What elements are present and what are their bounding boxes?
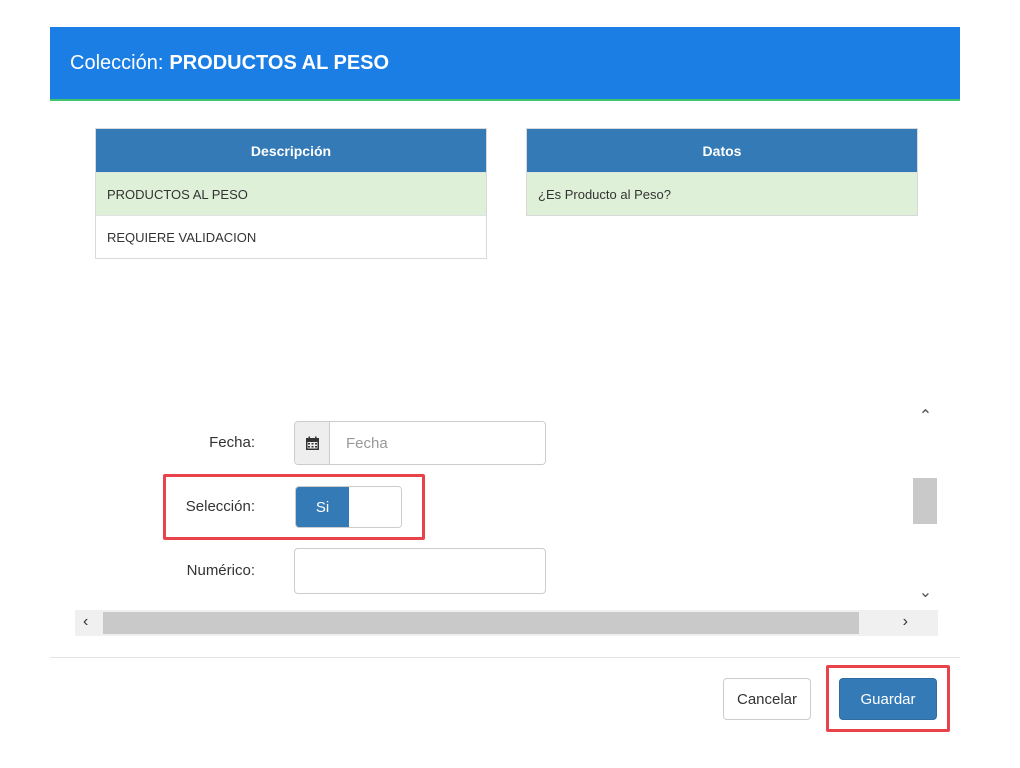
chevron-up-icon[interactable]: ⌃ [913,406,938,426]
numerico-label: Numérico: [186,562,255,579]
fecha-input[interactable] [330,422,545,464]
descripcion-row-productos-al-peso[interactable]: PRODUCTOS AL PESO [96,172,486,215]
dynamic-form-panel: Fecha: Selección: Si Numérico: ⌃ [75,400,938,636]
footer-divider [50,657,960,658]
modal-title: Colección: PRODUCTOS AL PESO [70,52,389,75]
seleccion-toggle-handle[interactable] [349,487,401,527]
chevron-right-icon[interactable]: › [903,613,908,631]
vertical-scroll-thumb[interactable] [913,478,937,524]
save-button[interactable]: Guardar [839,678,937,720]
fecha-date-picker [294,421,546,465]
modal-header: Colección: PRODUCTOS AL PESO [50,27,960,101]
datos-grid: Datos ¿Es Producto al Peso? [526,128,918,216]
datos-column-header[interactable]: Datos [527,129,917,172]
descripcion-column-header[interactable]: Descripción [96,129,486,172]
datos-row-es-producto-al-peso[interactable]: ¿Es Producto al Peso? [527,172,917,215]
horizontal-scroll-thumb[interactable] [103,612,859,634]
fecha-label: Fecha: [209,434,255,451]
title-prefix: Colección: [70,51,164,74]
cancel-button[interactable]: Cancelar [723,678,811,720]
descripcion-grid: Descripción PRODUCTOS AL PESO REQUIERE V… [95,128,487,259]
numerico-input[interactable] [294,548,546,594]
calendar-icon[interactable] [295,422,330,464]
chevron-down-icon[interactable]: ⌄ [913,582,938,602]
collection-name: PRODUCTOS AL PESO [169,51,390,74]
horizontal-scrollbar[interactable]: ‹ › [75,610,938,636]
seleccion-toggle-switch[interactable]: Si [295,486,402,528]
vertical-scrollbar[interactable]: ⌃ ⌄ [913,400,938,610]
descripcion-row-requiere-validacion[interactable]: REQUIERE VALIDACION [96,215,486,258]
chevron-left-icon[interactable]: ‹ [83,613,88,631]
seleccion-toggle-on-label: Si [296,487,349,527]
seleccion-label: Selección: [185,498,255,515]
